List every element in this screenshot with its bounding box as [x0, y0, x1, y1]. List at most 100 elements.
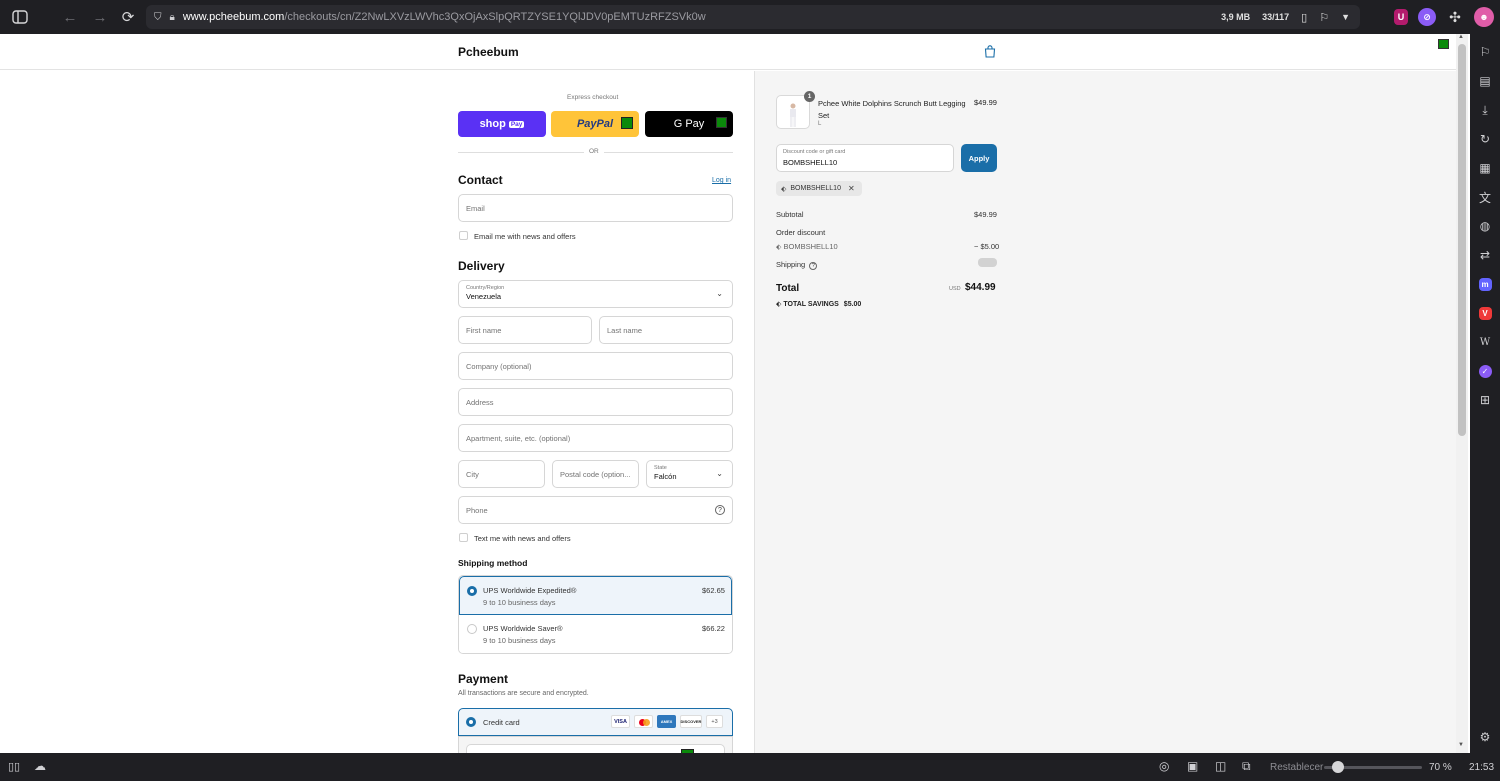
order-discount-code-text: BOMBSHELL10 — [783, 242, 838, 251]
state-select[interactable]: State Falcón ⌄ — [646, 460, 733, 488]
memory-indicator: 3,9 MB — [1221, 12, 1251, 22]
wikipedia-icon[interactable]: W — [1475, 332, 1495, 352]
google-pay-button[interactable]: G Pay — [645, 111, 733, 137]
subtotal-value: $49.99 — [974, 210, 997, 219]
lock-icon: 🔒︎ — [169, 11, 175, 23]
shipping-method-heading: Shipping method — [458, 558, 528, 568]
discover-icon: DISCOVER — [680, 715, 702, 728]
first-name-input[interactable]: First name — [458, 316, 592, 344]
last-name-input[interactable]: Last name — [599, 316, 733, 344]
postal-code-input[interactable]: Postal code (option... — [552, 460, 639, 488]
proton-pass-icon[interactable]: ⊘ — [1418, 8, 1436, 26]
back-icon[interactable]: ← — [56, 3, 84, 31]
ublock-icon[interactable]: U — [1394, 9, 1408, 25]
card-logos: VISA AMEX DISCOVER +3 — [611, 715, 723, 728]
phone-input[interactable]: Phone ? — [458, 496, 733, 524]
email-input[interactable]: Email — [458, 194, 733, 222]
product-variant: L — [818, 121, 822, 127]
shopping-bag-icon[interactable] — [984, 45, 996, 58]
shipping-option-price: $66.22 — [702, 624, 725, 633]
payment-heading: Payment — [458, 672, 509, 686]
scroll-down-arrow[interactable]: ▼ — [1458, 742, 1464, 748]
capture-icon[interactable]: ◎ — [1159, 759, 1169, 773]
clock: 21:53 — [1469, 762, 1495, 773]
profile-avatar[interactable]: ☻ — [1474, 7, 1494, 27]
credit-card-radio[interactable] — [466, 717, 476, 727]
zoom-slider-handle[interactable] — [1332, 761, 1344, 773]
green-square — [1438, 39, 1449, 49]
apartment-input[interactable]: Apartment, suite, etc. (optional) — [458, 424, 733, 452]
extensions-puzzle-icon[interactable]: ✣ — [1446, 8, 1464, 26]
scrollbar-thumb[interactable] — [1458, 44, 1466, 436]
apply-button[interactable]: Apply — [961, 144, 997, 172]
settings-icon[interactable]: ⚙ — [1475, 727, 1495, 747]
window-icon[interactable]: ◍ — [1475, 216, 1495, 236]
credit-card-option[interactable]: Credit card VISA AMEX DISCOVER +3 — [458, 708, 733, 736]
add-panel-icon[interactable]: ⊞ — [1475, 390, 1495, 410]
green-square — [621, 117, 633, 129]
downloads-icon[interactable]: ⤓ — [1475, 100, 1495, 120]
order-discount-value: − $5.00 — [974, 242, 1000, 251]
help-icon[interactable]: ? — [715, 505, 725, 515]
history-icon[interactable]: ↻ — [1475, 129, 1495, 149]
cloud-sync-icon[interactable]: ☁ — [34, 759, 46, 773]
shipping-option-price: $62.65 — [702, 586, 725, 595]
panel-toggle-icon[interactable]: ▯▯ — [8, 760, 20, 773]
phone-placeholder: Phone — [466, 505, 488, 515]
image-toggle-icon[interactable]: ⧉ — [1242, 759, 1251, 774]
tag-icon: ⬖ — [781, 185, 787, 193]
reading-list-icon[interactable]: ▤ — [1475, 71, 1495, 91]
help-icon[interactable]: ? — [809, 262, 818, 270]
proton-icon[interactable]: ✓ — [1475, 361, 1495, 381]
chevron-down-icon: ⌄ — [716, 469, 723, 478]
tab-counter[interactable]: 33/117 — [1262, 12, 1289, 22]
shipping-option-name: UPS Worldwide Saver® — [483, 624, 563, 633]
translate-icon[interactable]: 文 — [1475, 187, 1495, 207]
dropdown-icon[interactable]: ▼ — [1341, 12, 1350, 22]
page-scrollbar[interactable]: ▲ ▼ — [1456, 34, 1468, 753]
email-news-checkbox[interactable] — [459, 231, 468, 240]
remove-code-icon[interactable]: ✕ — [848, 184, 855, 193]
notes-icon[interactable]: ▦ — [1475, 158, 1495, 178]
discount-field[interactable]: Discount code or gift card BOMBSHELL10 — [776, 144, 954, 172]
tiling-icon[interactable]: ▣ — [1187, 759, 1198, 773]
or-label: OR — [584, 148, 604, 155]
shipping-option-saver[interactable]: UPS Worldwide Saver® 9 to 10 business da… — [459, 615, 732, 653]
forward-icon[interactable]: → — [86, 3, 114, 31]
shipping-option-expedited[interactable]: UPS Worldwide Expedited® 9 to 10 busines… — [459, 576, 732, 615]
discount-field-value: BOMBSHELL10 — [783, 158, 838, 167]
shipping-label: Shipping ? — [776, 260, 818, 270]
login-link[interactable]: Log in — [712, 177, 731, 184]
express-checkout-title: Express checkout — [567, 94, 619, 101]
text-news-checkbox[interactable] — [459, 533, 468, 542]
clipboard-icon[interactable]: ▯ — [1301, 11, 1307, 24]
text-news-label: Text me with news and offers — [474, 534, 571, 543]
bookmarks-icon[interactable]: ⚐ — [1475, 42, 1495, 62]
shop-pay-button[interactable]: shop Pay — [458, 111, 546, 137]
address-bar[interactable]: ⛉ 🔒︎ www.pcheebum.com/checkouts/cn/Z2NwL… — [146, 5, 1360, 29]
shipping-radio-saver[interactable] — [467, 624, 477, 634]
sync-icon[interactable]: ⇄ — [1475, 245, 1495, 265]
browser-sidebar: ⚐ ▤ ⤓ ↻ ▦ 文 ◍ ⇄ m V W ✓ ⊞ ⚙ — [1470, 34, 1500, 753]
sidebar-toggle-icon[interactable] — [6, 3, 34, 31]
company-input[interactable]: Company (optional) — [458, 352, 733, 380]
scroll-up-arrow[interactable]: ▲ — [1458, 34, 1464, 40]
bookmark-icon[interactable]: ⚐ — [1319, 11, 1329, 24]
shipping-radio-expedited[interactable] — [467, 586, 477, 596]
city-input[interactable]: City — [458, 460, 545, 488]
page-actions-icon[interactable]: ◫ — [1215, 759, 1226, 773]
quantity-badge: 1 — [804, 91, 815, 102]
zoom-reset[interactable]: Restablecer — [1270, 762, 1323, 773]
store-name[interactable]: Pcheebum — [458, 45, 519, 59]
reload-icon[interactable]: ⟳ — [114, 3, 142, 31]
order-discount-code: ⬖ BOMBSHELL10 — [776, 242, 838, 251]
country-select[interactable]: Country/Region Venezuela ⌄ — [458, 280, 733, 308]
paypal-button[interactable]: PayPal — [551, 111, 639, 137]
shipping-value-placeholder — [978, 258, 997, 267]
vivaldi-icon[interactable]: V — [1475, 303, 1495, 323]
zoom-slider[interactable] — [1324, 761, 1422, 773]
total-label: Total — [776, 283, 800, 294]
address-input[interactable]: Address — [458, 388, 733, 416]
applied-code-text: BOMBSHELL10 — [790, 185, 841, 192]
mastodon-icon[interactable]: m — [1475, 274, 1495, 294]
